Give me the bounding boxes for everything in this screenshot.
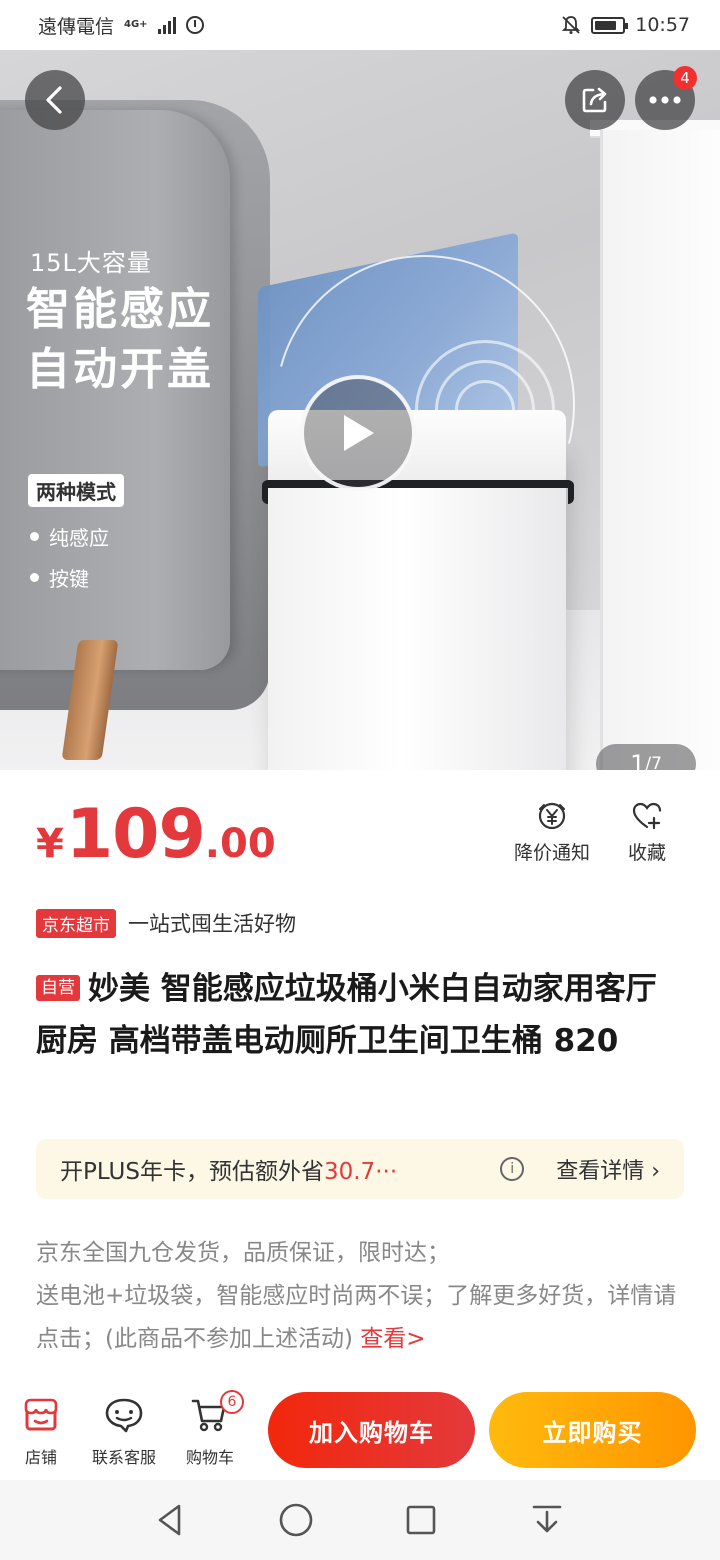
- bullet-dot-icon: [30, 573, 39, 582]
- store-label: 店铺: [24, 1448, 57, 1467]
- alarm-icon: [185, 16, 204, 34]
- nav-back-button[interactable]: [150, 1500, 190, 1540]
- store-tab[interactable]: 店铺: [22, 1396, 60, 1468]
- promo-mode-label: 按键: [49, 567, 89, 591]
- store-strip[interactable]: 京东超市 一站式囤生活好物: [36, 908, 296, 938]
- yen-bell-icon: [538, 802, 566, 830]
- status-bar: 遠傳電信 4G+ 10:57: [0, 0, 720, 50]
- plus-text-prefix: 开PLUS年卡，预估额外省: [60, 1159, 324, 1185]
- promo-headline: 智能感应 自动开盖: [26, 280, 214, 400]
- store-icon: [24, 1398, 58, 1431]
- bell-off-icon: [561, 15, 581, 35]
- more-icon: [649, 96, 681, 104]
- battery-icon: [591, 16, 629, 34]
- video-play-button[interactable]: [300, 375, 416, 491]
- promo-mode-label: 纯感应: [49, 526, 109, 550]
- share-icon: [582, 87, 607, 113]
- more-badge: 4: [673, 66, 697, 90]
- description-line: 京东全国九仓发货，品质保证，限时达；: [36, 1240, 450, 1266]
- promo-capacity: 15L大容量: [30, 249, 152, 277]
- price-decimal: .00: [204, 821, 276, 867]
- product-title-text: 妙美 智能感应垃圾桶小米白自动家用客厅厨房 高档带盖电动厕所卫生间卫生桶 820: [36, 971, 657, 1059]
- circle-home-icon: [279, 1503, 313, 1537]
- more-button[interactable]: 4: [635, 66, 697, 130]
- heart-plus-icon: [632, 802, 662, 830]
- network-type: 4G+: [124, 19, 148, 30]
- bottom-action-bar: 店铺 联系客服 6 购物车 加入购物车 立即购买: [0, 1380, 720, 1480]
- status-left: 遠傳電信 4G+: [38, 12, 204, 39]
- bullet-dot-icon: [30, 532, 39, 541]
- notify-label: 降价通知: [514, 842, 591, 864]
- promo-modes-tag: 两种模式: [28, 474, 124, 507]
- carrier-name: 遠傳電信: [38, 15, 115, 38]
- status-right: 10:57: [561, 14, 690, 36]
- promo-mode-item: 纯感应: [30, 522, 109, 551]
- favorite-button[interactable]: 收藏: [628, 800, 666, 865]
- promo-headline-line2: 自动开盖: [26, 344, 214, 395]
- signal-icon: [157, 16, 176, 34]
- description-line: 送电池+垃圾袋，智能感应时尚两不误；了解更多好货，详情请点击；(此商品不参加上述…: [36, 1283, 677, 1352]
- description-body: 送电池+垃圾袋，智能感应时尚两不误；了解更多好货，详情请点击；(此商品不参加上述…: [36, 1275, 686, 1361]
- product-gallery[interactable]: 15L大容量 智能感应 自动开盖 两种模式 纯感应 按键 1/7: [0, 50, 720, 770]
- product-description: 京东全国九仓发货，品质保证，限时达； 送电池+垃圾袋，智能感应时尚两不误；了解更…: [36, 1232, 686, 1361]
- self-operated-tag: 自营: [36, 975, 80, 1001]
- triangle-back-icon: [158, 1504, 181, 1536]
- plus-detail-link[interactable]: 查看详情 ›: [556, 1153, 660, 1185]
- favorite-label: 收藏: [628, 842, 667, 864]
- add-to-cart-button[interactable]: 加入购物车: [268, 1392, 475, 1468]
- cart-count-badge: 6: [220, 1390, 244, 1414]
- plus-membership-bar[interactable]: 开PLUS年卡，预估额外省30.7··· i 查看详情 ›: [36, 1139, 684, 1199]
- share-button[interactable]: [565, 70, 625, 130]
- play-icon: [344, 415, 374, 451]
- description-view-link[interactable]: 查看>: [360, 1326, 425, 1352]
- product-title: 自营 妙美 智能感应垃圾桶小米白自动家用客厅厨房 高档带盖电动厕所卫生间卫生桶 8…: [36, 963, 686, 1067]
- system-navigation-bar: [0, 1480, 720, 1560]
- trash-bin-band: [262, 480, 574, 504]
- jd-supermarket-tag: 京东超市: [36, 908, 116, 938]
- chat-icon: [105, 1398, 143, 1433]
- pull-down-icon: [532, 1505, 562, 1533]
- nav-home-button[interactable]: [276, 1500, 316, 1540]
- info-icon[interactable]: i: [500, 1157, 525, 1181]
- customer-service-tab[interactable]: 联系客服: [92, 1396, 156, 1468]
- buy-now-button[interactable]: 立即购买: [489, 1392, 696, 1468]
- back-button[interactable]: [25, 70, 85, 130]
- plus-savings-amount: 30.7···: [323, 1159, 398, 1185]
- gallery-cabinet: [600, 130, 720, 770]
- price-currency: ¥: [36, 821, 64, 867]
- service-label: 联系客服: [92, 1448, 157, 1467]
- promo-mode-item: 按键: [30, 563, 89, 592]
- back-arrow-icon: [46, 86, 62, 114]
- price: ¥ 109 .00: [36, 795, 276, 874]
- nav-recents-button[interactable]: [401, 1500, 441, 1540]
- store-slogan: 一站式囤生活好物: [128, 912, 296, 936]
- cart-label: 购物车: [186, 1448, 235, 1467]
- price-integer: 109: [65, 795, 206, 874]
- clock: 10:57: [635, 14, 690, 36]
- square-recents-icon: [406, 1505, 436, 1535]
- page-total: /7: [645, 754, 662, 770]
- gallery-page-indicator: 1/7: [596, 744, 696, 770]
- nav-notifications-button[interactable]: [527, 1500, 567, 1540]
- page-current: 1: [630, 750, 646, 770]
- price-drop-notify-button[interactable]: 降价通知: [514, 800, 590, 865]
- promo-headline-line1: 智能感应: [26, 284, 214, 335]
- plus-text: 开PLUS年卡，预估额外省30.7···: [60, 1152, 500, 1186]
- cart-tab[interactable]: 6 购物车: [186, 1390, 244, 1468]
